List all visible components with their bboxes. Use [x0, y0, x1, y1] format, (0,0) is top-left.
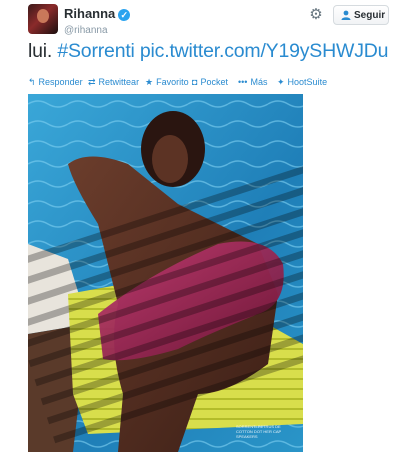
more-icon: •••	[238, 77, 248, 87]
follow-user-icon	[341, 10, 351, 20]
photo-illustration	[28, 94, 303, 452]
more-action[interactable]: ••• Más	[238, 76, 267, 90]
author-handle[interactable]: @rihanna	[64, 25, 130, 36]
retweet-label: Retwittear	[98, 77, 140, 87]
tweet-header: Rihanna ✓ @rihanna ⚙ Seguir	[28, 4, 398, 38]
tweet-text: lui. #Sorrenti pic.twitter.com/Y19ySHWJD…	[28, 40, 398, 63]
reply-icon: ↰	[28, 77, 36, 87]
follow-button[interactable]: Seguir	[333, 5, 389, 25]
star-icon: ★	[145, 77, 154, 87]
more-label: Más	[250, 77, 268, 87]
tweet-text-plain: lui.	[28, 40, 58, 62]
pocket-action[interactable]: ◘ Pocket	[192, 76, 228, 90]
favorite-label: Favorito	[156, 77, 189, 87]
reply-label: Responder	[38, 77, 83, 87]
retweet-action[interactable]: ⇄ Retwittear	[88, 76, 139, 90]
tweet-actions: ↰ Responder ⇄ Retwittear ★ Favorito ◘ Pocket…	[28, 76, 398, 90]
verified-badge-icon: ✓	[118, 9, 131, 21]
photo-credit: SORRENTI PETRUS DE COTTON DOT HER CAP SP…	[236, 424, 282, 439]
media-link[interactable]: pic.twitter.com/Y19ySHWJDu	[140, 40, 389, 62]
hootsuite-icon: ✦	[277, 77, 285, 87]
hashtag-link[interactable]: #Sorrenti	[57, 40, 135, 62]
author-display-name[interactable]: Rihanna	[64, 6, 115, 21]
pocket-label: Pocket	[200, 77, 228, 87]
pocket-icon: ◘	[192, 77, 198, 87]
hootsuite-label: HootSuite	[287, 77, 328, 87]
gear-icon[interactable]: ⚙	[308, 7, 324, 23]
reply-action[interactable]: ↰ Responder	[28, 76, 83, 90]
author-block[interactable]: Rihanna ✓ @rihanna	[64, 5, 131, 36]
hootsuite-action[interactable]: ✦ HootSuite	[277, 76, 327, 90]
retweet-icon: ⇄	[88, 77, 96, 87]
avatar[interactable]	[28, 4, 58, 34]
follow-button-label: Seguir	[354, 10, 386, 21]
favorite-action[interactable]: ★ Favorito	[145, 76, 189, 90]
tweet-photo[interactable]	[28, 94, 303, 452]
